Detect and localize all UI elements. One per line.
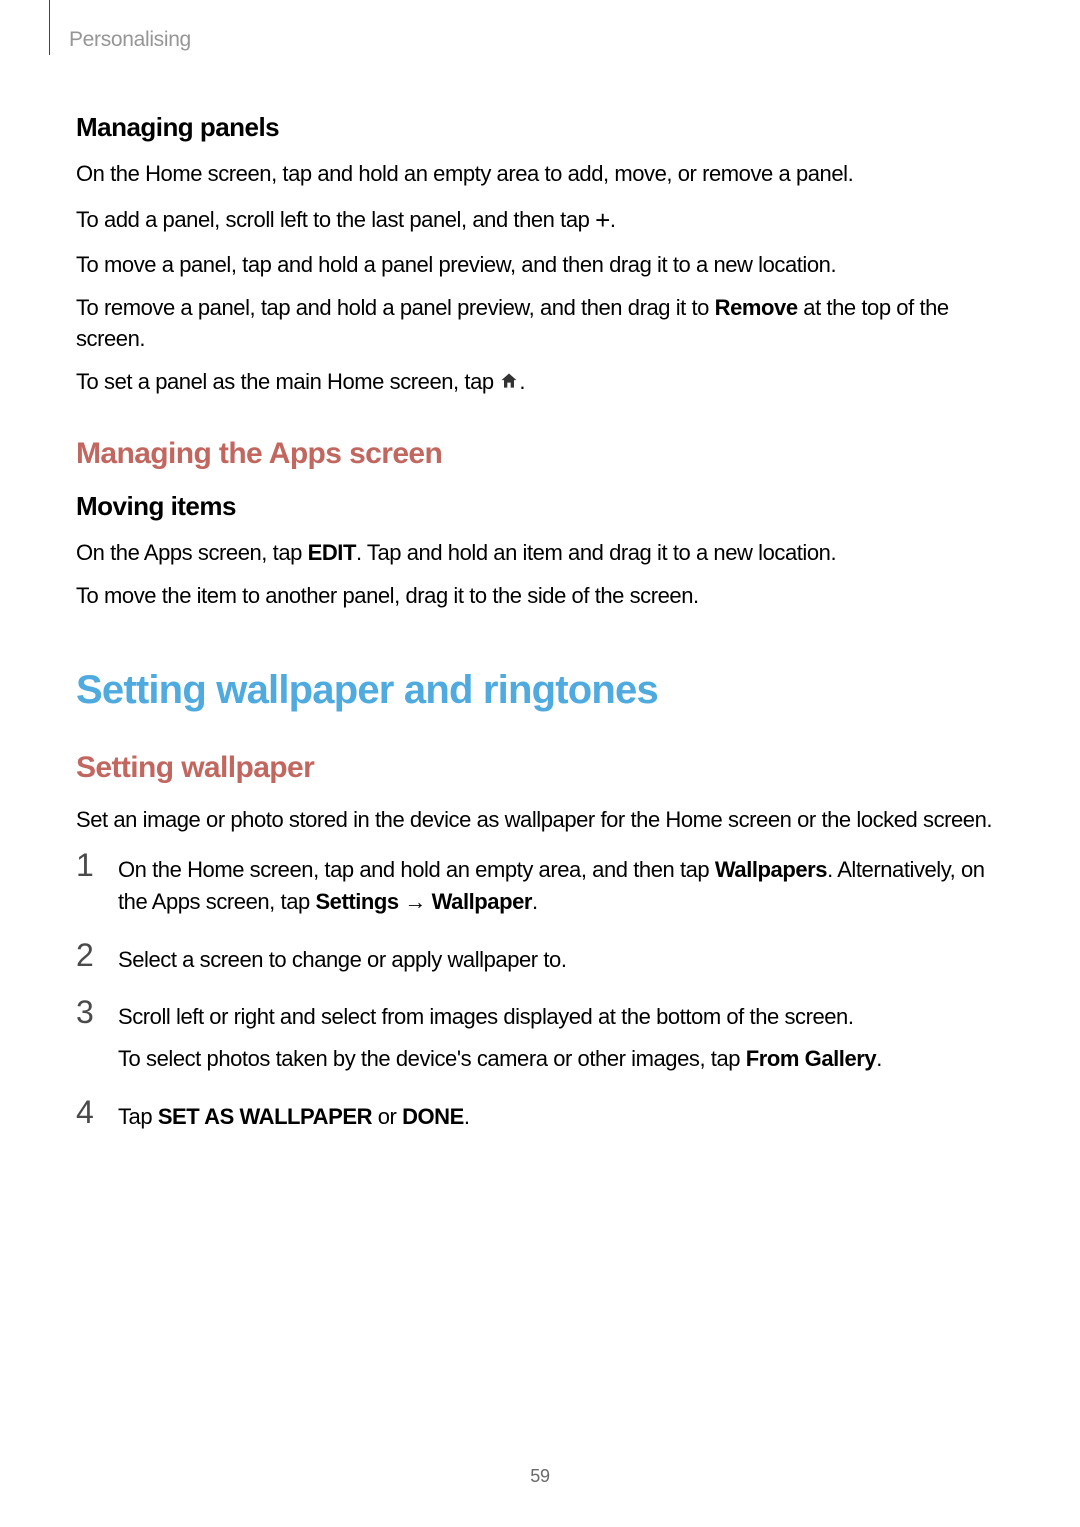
- step-text: Scroll left or right and select from ima…: [118, 1001, 1004, 1075]
- bold-text: Wallpapers: [715, 857, 827, 882]
- body-text: To remove a panel, tap and hold a panel …: [76, 293, 1004, 355]
- text-fragment: .: [876, 1046, 882, 1071]
- text-fragment: On the Home screen, tap and hold an empt…: [118, 857, 715, 882]
- breadcrumb: Personalising: [69, 28, 1080, 52]
- bold-text: Settings: [315, 889, 398, 914]
- heading-setting-wallpaper-ringtones: Setting wallpaper and ringtones: [76, 668, 1004, 713]
- step-text: Tap SET AS WALLPAPER or DONE.: [118, 1101, 1004, 1133]
- text-fragment: .: [532, 889, 538, 914]
- bold-text: DONE: [402, 1104, 464, 1129]
- home-icon: [499, 369, 519, 400]
- body-text: Set an image or photo stored in the devi…: [76, 805, 1004, 836]
- body-text: To move a panel, tap and hold a panel pr…: [76, 250, 1004, 281]
- list-item: 4Tap SET AS WALLPAPER or DONE.: [76, 1101, 1004, 1133]
- text-fragment: Scroll left or right and select from ima…: [118, 1004, 854, 1029]
- list-item: 1On the Home screen, tap and hold an emp…: [76, 854, 1004, 918]
- text-fragment: or: [372, 1104, 402, 1129]
- text-fragment: . Tap and hold an item and drag it to a …: [356, 540, 836, 565]
- body-text: To set a panel as the main Home screen, …: [76, 367, 1004, 400]
- text-fragment: To set a panel as the main Home screen, …: [76, 369, 499, 394]
- step-subtext: To select photos taken by the device's c…: [118, 1043, 1004, 1075]
- list-item: 2Select a screen to change or apply wall…: [76, 944, 1004, 976]
- bold-text: SET AS WALLPAPER: [158, 1104, 372, 1129]
- body-text: To move the item to another panel, drag …: [76, 581, 1004, 612]
- text-fragment: .: [610, 207, 616, 232]
- body-text: On the Home screen, tap and hold an empt…: [76, 159, 1004, 190]
- heading-managing-apps-screen: Managing the Apps screen: [76, 437, 1004, 471]
- list-item: 3Scroll left or right and select from im…: [76, 1001, 1004, 1075]
- body-text: To add a panel, scroll left to the last …: [76, 202, 1004, 238]
- page-header: Personalising: [0, 0, 1080, 52]
- plus-icon: +: [595, 202, 610, 238]
- text-fragment: .: [464, 1104, 470, 1129]
- step-number: 2: [76, 937, 93, 974]
- page-number: 59: [0, 1466, 1080, 1487]
- body-text: On the Apps screen, tap EDIT. Tap and ho…: [76, 538, 1004, 569]
- bold-text: From Gallery: [746, 1046, 876, 1071]
- bold-text: Wallpaper: [432, 889, 532, 914]
- text-fragment: To remove a panel, tap and hold a panel …: [76, 295, 715, 320]
- text-fragment: To add a panel, scroll left to the last …: [76, 207, 595, 232]
- step-number: 1: [76, 847, 93, 884]
- heading-moving-items: Moving items: [76, 491, 1004, 522]
- heading-managing-panels: Managing panels: [76, 112, 1004, 143]
- step-text: On the Home screen, tap and hold an empt…: [118, 854, 1004, 918]
- text-fragment: Tap: [118, 1104, 158, 1129]
- steps-list: 1On the Home screen, tap and hold an emp…: [76, 854, 1004, 1133]
- text-fragment: On the Apps screen, tap: [76, 540, 308, 565]
- bold-text: EDIT: [308, 540, 356, 565]
- bold-text: Remove: [715, 295, 798, 320]
- text-fragment: To select photos taken by the device's c…: [118, 1046, 746, 1071]
- page-content: Managing panels On the Home screen, tap …: [0, 52, 1080, 1133]
- step-number: 3: [76, 994, 93, 1031]
- heading-setting-wallpaper: Setting wallpaper: [76, 751, 1004, 785]
- step-number: 4: [76, 1094, 93, 1131]
- header-divider: [49, 0, 50, 55]
- arrow-text: →: [399, 889, 432, 914]
- step-text: Select a screen to change or apply wallp…: [118, 944, 1004, 976]
- text-fragment: Select a screen to change or apply wallp…: [118, 947, 567, 972]
- text-fragment: .: [519, 369, 525, 394]
